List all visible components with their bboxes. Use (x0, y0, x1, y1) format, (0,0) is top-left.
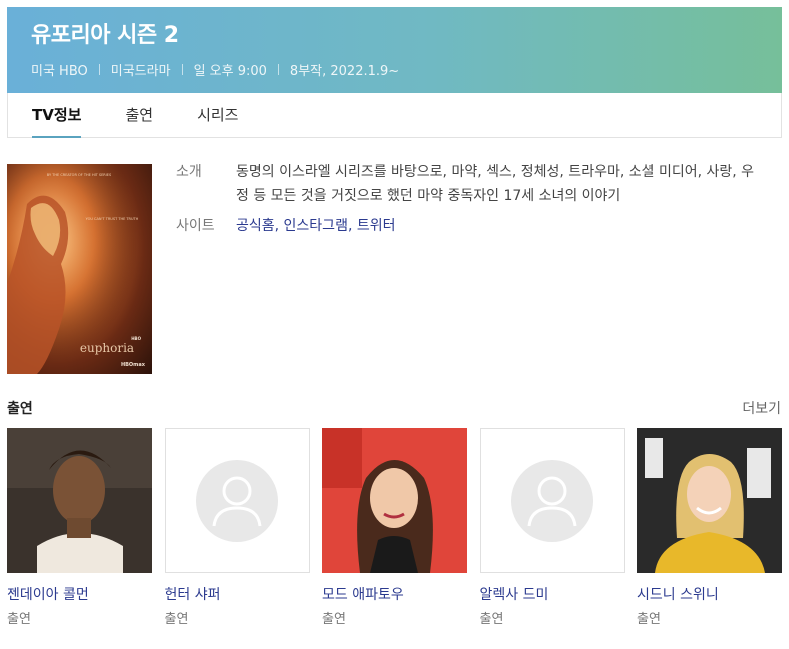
tab-cast[interactable]: 출연 (125, 93, 153, 137)
person-placeholder-icon (196, 459, 278, 542)
poster-caption-top: BY THE CREATOR OF THE HIT SERIES (47, 173, 112, 177)
poster-image[interactable]: BY THE CREATOR OF THE HIT SERIES YOU CAN… (7, 164, 152, 374)
poster-tagline: YOU CAN'T TRUST THE TRUTH (86, 217, 139, 221)
cast-section-title: 출연 (7, 401, 33, 417)
intro-label: 소개 (176, 164, 202, 180)
more-button[interactable]: 더보기 (742, 398, 781, 418)
cast-photo-placeholder[interactable] (479, 428, 625, 573)
cast-name[interactable]: 알렉사 드미 (480, 585, 625, 605)
cast-card[interactable]: 헌터 샤퍼 출연 (164, 428, 310, 629)
cast-photo-image (7, 428, 152, 573)
meta-divider (181, 64, 183, 75)
cast-photo-image (637, 428, 782, 573)
cast-role: 출연 (322, 612, 346, 627)
poster-artwork: BY THE CREATOR OF THE HIT SERIES YOU CAN… (7, 164, 152, 374)
site-row: 사이트 공식홈, 인스타그램, 트위터 (176, 214, 776, 238)
tab-tv-info[interactable]: TV정보 (32, 93, 82, 138)
poster-hbomax: HBOmax (121, 362, 146, 368)
cast-photo[interactable] (7, 428, 152, 573)
program-title: 유포리아 시즌 2 (31, 23, 179, 48)
poster-logo: euphoria (80, 341, 134, 355)
cast-card[interactable]: 시드니 스위니 출연 (637, 428, 782, 629)
cast-role: 출연 (7, 612, 31, 627)
cast-name[interactable]: 헌터 샤퍼 (165, 585, 310, 605)
meta-divider (277, 64, 279, 75)
cast-role: 출연 (479, 612, 504, 627)
tab-series[interactable]: 시리즈 (197, 93, 238, 137)
site-link-official[interactable]: 공식홈 (236, 218, 275, 234)
cast-name[interactable]: 시드니 스위니 (637, 585, 782, 605)
cast-role: 출연 (164, 612, 189, 627)
intro-text: 동명의 이스라엘 시리즈를 바탕으로, 마약, 섹스, 정체성, 트라우마, 소… (236, 164, 755, 204)
cast-list: 젠데이아 콜먼 출연 헌터 샤퍼 출연 모드 애파토우 출연 알렉사 드미 출연… (7, 428, 782, 629)
cast-role: 출연 (637, 612, 661, 627)
program-meta: 미국 HBO 미국드라마 일 오후 9:00 8부작, 2022.1.9~ (31, 60, 758, 79)
cast-card[interactable]: 젠데이아 콜먼 출연 (7, 428, 152, 629)
meta-network: 미국 HBO (31, 64, 88, 79)
intro-row: 소개 동명의 이스라엘 시리즈를 바탕으로, 마약, 섹스, 정체성, 트라우마… (176, 160, 776, 208)
meta-episodes: 8부작, 2022.1.9~ (289, 64, 400, 79)
meta-genre: 미국드라마 (110, 64, 171, 79)
cast-name[interactable]: 젠데이아 콜먼 (7, 585, 152, 605)
cast-photo[interactable] (637, 428, 782, 573)
program-header: 유포리아 시즌 2 미국 HBO 미국드라마 일 오후 9:00 8부작, 20… (7, 7, 782, 93)
program-info: 소개 동명의 이스라엘 시리즈를 바탕으로, 마약, 섹스, 정체성, 트라우마… (176, 160, 776, 244)
cast-photo-placeholder[interactable] (164, 428, 310, 573)
cast-card[interactable]: 알렉사 드미 출연 (479, 428, 625, 629)
meta-divider (98, 64, 100, 75)
cast-photo-image (322, 428, 467, 573)
cast-card[interactable]: 모드 애파토우 출연 (322, 428, 467, 629)
site-link-twitter[interactable]: 트위터 (357, 218, 396, 234)
poster-hbo: HBO (131, 336, 141, 341)
cast-photo[interactable] (322, 428, 467, 573)
meta-airtime: 일 오후 9:00 (193, 64, 267, 79)
tab-bar: TV정보 출연 시리즈 (7, 93, 782, 138)
site-link-instagram[interactable]: 인스타그램 (284, 218, 348, 234)
cast-name[interactable]: 모드 애파토우 (322, 585, 467, 605)
site-label: 사이트 (176, 218, 215, 234)
site-links: 공식홈, 인스타그램, 트위터 (236, 218, 396, 234)
person-placeholder-icon (511, 459, 593, 542)
